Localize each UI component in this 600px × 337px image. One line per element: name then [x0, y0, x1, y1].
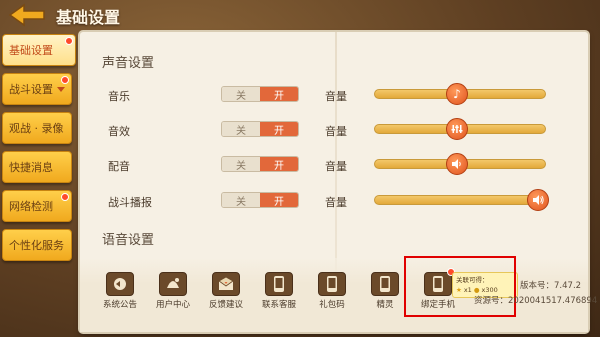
- tool-label: 用户中心: [155, 300, 190, 310]
- notification-dot-icon: [61, 193, 69, 201]
- gift-code-button[interactable]: 礼包码: [309, 272, 355, 310]
- sidebar-item-network-check[interactable]: 网络检测: [2, 190, 72, 222]
- speaker-icon[interactable]: [446, 153, 468, 175]
- settings-sidebar: 基础设置 战斗设置 观战 · 录像 快捷消息 网络检测 个性化服务: [0, 34, 76, 268]
- customer-service-icon: [265, 272, 293, 296]
- notification-dot-icon: [65, 37, 73, 45]
- battle-broadcast-volume-slider[interactable]: [374, 189, 549, 211]
- sfx-label: 音效: [108, 125, 130, 138]
- sprite-button[interactable]: 精灵: [362, 272, 408, 310]
- battle-broadcast-toggle[interactable]: 关 开: [221, 192, 299, 208]
- music-volume-slider[interactable]: ♪: [374, 83, 546, 105]
- tool-label: 系统公告: [102, 300, 137, 310]
- sidebar-item-basic-settings[interactable]: 基础设置: [2, 34, 76, 66]
- toggle-on-option[interactable]: 开: [260, 122, 298, 136]
- speaker-icon[interactable]: [527, 189, 549, 211]
- sidebar-item-label: 个性化服务: [9, 239, 64, 252]
- toggle-off-option[interactable]: 关: [222, 122, 260, 136]
- voice-section-title: 语音设置: [102, 233, 155, 248]
- volume-label: 音量: [325, 90, 347, 103]
- sidebar-item-personalization[interactable]: 个性化服务: [2, 229, 72, 261]
- voiceover-label: 配音: [108, 160, 130, 173]
- sidebar-item-label: 网络检测: [9, 200, 53, 213]
- toggle-on-option[interactable]: 开: [260, 87, 298, 101]
- toggle-on-option[interactable]: 开: [260, 193, 298, 207]
- version-label: 版本号：: [520, 281, 555, 291]
- resource-version-value: 2020041517.476894: [508, 296, 598, 306]
- resource-version-label: 资源号：: [474, 296, 509, 306]
- sfx-toggle[interactable]: 关 开: [221, 121, 299, 137]
- system-announcement-button[interactable]: 系统公告: [97, 272, 143, 310]
- tool-label: 精灵: [376, 300, 394, 310]
- user-center-icon: [159, 272, 187, 296]
- sidebar-item-spectate-replay[interactable]: 观战 · 录像: [2, 112, 72, 144]
- toggle-off-option[interactable]: 关: [222, 157, 260, 171]
- customer-service-button[interactable]: 联系客服: [256, 272, 302, 310]
- toggle-off-option[interactable]: 关: [222, 87, 260, 101]
- announcement-icon: [106, 272, 134, 296]
- voiceover-volume-slider[interactable]: [374, 153, 546, 175]
- sidebar-item-label: 战斗设置: [9, 83, 53, 96]
- user-center-button[interactable]: 用户中心: [150, 272, 196, 310]
- back-arrow-icon: [8, 3, 45, 27]
- toggle-off-option[interactable]: 关: [222, 193, 260, 207]
- sidebar-item-label: 观战 · 录像: [9, 122, 64, 135]
- music-toggle[interactable]: 关 开: [221, 86, 299, 102]
- sidebar-item-battle-settings[interactable]: 战斗设置: [2, 73, 72, 105]
- notification-dot-icon: [61, 76, 69, 84]
- highlight-annotation-box: [404, 256, 516, 317]
- equalizer-icon[interactable]: [446, 118, 468, 140]
- top-bar: 基础设置: [0, 0, 600, 30]
- volume-label: 音量: [325, 125, 347, 138]
- tool-label: 礼包码: [319, 300, 345, 310]
- volume-label: 音量: [325, 196, 347, 209]
- music-label: 音乐: [108, 90, 130, 103]
- music-note-icon[interactable]: ♪: [446, 83, 468, 105]
- version-value: 7.47.2: [554, 281, 582, 291]
- back-button[interactable]: [6, 3, 50, 27]
- sound-section-title: 声音设置: [102, 56, 155, 71]
- sidebar-item-label: 基础设置: [9, 44, 53, 57]
- toggle-on-option[interactable]: 开: [260, 157, 298, 171]
- tool-label: 反馈建议: [208, 300, 243, 310]
- voiceover-toggle[interactable]: 关 开: [221, 156, 299, 172]
- gift-code-icon: [318, 272, 346, 296]
- version-text: 版本号：7.47.2: [520, 279, 581, 291]
- volume-label: 音量: [325, 160, 347, 173]
- chevron-down-icon: [57, 87, 65, 92]
- tool-label: 联系客服: [261, 300, 296, 310]
- feedback-icon: [212, 272, 240, 296]
- battle-broadcast-label: 战斗播报: [108, 196, 152, 209]
- sfx-volume-slider[interactable]: [374, 118, 546, 140]
- sidebar-item-label: 快捷消息: [9, 161, 53, 174]
- page-title: 基础设置: [56, 8, 121, 27]
- feedback-button[interactable]: 反馈建议: [203, 272, 249, 310]
- sidebar-item-quick-messages[interactable]: 快捷消息: [2, 151, 72, 183]
- resource-version-text: 资源号：2020041517.476894: [474, 294, 597, 306]
- sprite-icon: [371, 272, 399, 296]
